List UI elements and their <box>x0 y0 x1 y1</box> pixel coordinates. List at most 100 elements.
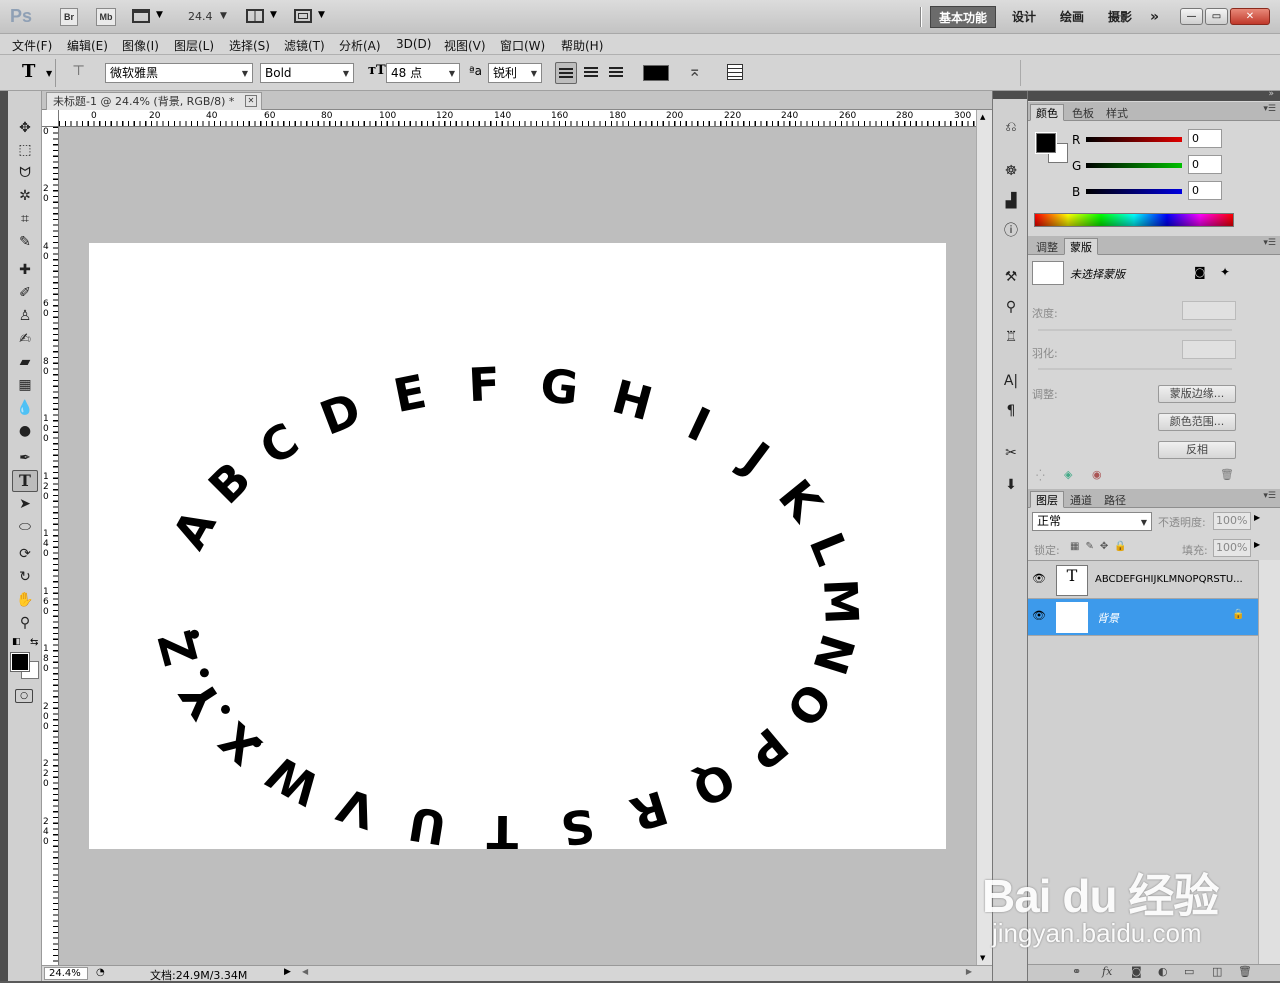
character-panel-icon[interactable] <box>727 64 743 80</box>
minibridge-button[interactable]: Mb <box>96 8 116 26</box>
blend-mode-select[interactable]: 正常 <box>1032 512 1152 531</box>
marquee-tool[interactable]: ⬚ <box>12 139 38 161</box>
workspace-design[interactable]: 设计 <box>1004 6 1044 28</box>
healing-brush-tool[interactable]: ✚ <box>12 259 38 281</box>
actions-panel-icon[interactable]: ✂ <box>1001 443 1021 463</box>
tab-adjustments[interactable]: 调整 <box>1030 238 1064 255</box>
close-button[interactable]: ✕ <box>1230 8 1270 25</box>
canvas-area[interactable]: ABCDEFGHIJKLMNOPQRSTUVWXYZ <box>59 127 976 965</box>
opacity-input[interactable]: 100% <box>1213 512 1251 530</box>
tab-paths[interactable]: 路径 <box>1098 491 1132 508</box>
bridge-button[interactable]: Br <box>60 8 78 26</box>
delete-layer-icon[interactable]: 🗑 <box>1238 965 1252 978</box>
tool-presets-panel-icon[interactable]: ⚲ <box>1001 297 1021 317</box>
lasso-tool[interactable]: ᗢ <box>12 162 38 184</box>
collapse-icon[interactable]: » <box>1268 89 1274 99</box>
ruler-origin[interactable] <box>42 110 59 127</box>
history-brush-tool[interactable]: ✍ <box>12 328 38 350</box>
channel-b-slider[interactable] <box>1086 189 1182 194</box>
panel-menu-icon[interactable]: ▾☰ <box>1263 104 1276 114</box>
horizontal-ruler[interactable]: 0 20 40 60 80 100 120 140 160 180 200 22… <box>59 110 976 127</box>
text-orientation-icon[interactable]: ⊤ <box>72 63 90 81</box>
scroll-right-icon[interactable]: ▶ <box>966 967 972 976</box>
zoom-tool[interactable]: ⚲ <box>12 612 38 634</box>
vertical-ruler[interactable]: 0 2 0 4 0 6 0 8 0 1 0 0 1 2 0 1 4 0 1 6 … <box>42 127 59 965</box>
visibility-eye-icon[interactable]: 👁 <box>1032 572 1046 585</box>
link-layers-icon[interactable]: ⚭ <box>1072 965 1081 978</box>
paragraph-panel-icon[interactable]: ¶ <box>1001 401 1021 421</box>
hand-tool[interactable]: ✋ <box>12 589 38 611</box>
minimize-button[interactable]: — <box>1180 8 1203 25</box>
layer-row-background[interactable]: 👁 背景 🔒 <box>1028 599 1258 636</box>
workspace-painting[interactable]: 绘画 <box>1052 6 1092 28</box>
channel-g-slider[interactable] <box>1086 163 1182 168</box>
menu-layer[interactable]: 图层(L) <box>174 37 214 54</box>
tab-channels[interactable]: 通道 <box>1064 491 1098 508</box>
swap-colors-icon[interactable]: ⇆ <box>30 637 38 648</box>
brush-tool[interactable]: ✐ <box>12 282 38 304</box>
status-menu-arrow-icon[interactable]: ▶ <box>284 967 291 977</box>
color-spectrum-ramp[interactable] <box>1034 213 1234 227</box>
tab-masks[interactable]: 蒙版 <box>1064 238 1098 255</box>
panel-menu-icon[interactable]: ▾☰ <box>1263 491 1276 501</box>
new-group-icon[interactable]: ▭ <box>1184 965 1194 978</box>
tab-layers[interactable]: 图层 <box>1030 491 1064 508</box>
pen-tool[interactable]: ✒ <box>12 447 38 469</box>
align-right-button[interactable] <box>605 62 627 84</box>
menu-file[interactable]: 文件(F) <box>12 37 52 54</box>
type-tool[interactable]: T <box>12 470 38 492</box>
brushes-panel-icon[interactable]: ⚒ <box>1001 267 1021 287</box>
scroll-up-icon[interactable]: ▲ <box>980 113 985 121</box>
lock-options-icons[interactable]: ▦✎✥🔒 <box>1070 541 1133 552</box>
apply-mask-icon[interactable]: ◈ <box>1064 468 1072 481</box>
screen-mode-dropdown[interactable]: ▼ <box>294 9 328 25</box>
align-center-button[interactable] <box>580 62 602 84</box>
magic-wand-tool[interactable]: ✲ <box>12 185 38 207</box>
eyedropper-tool[interactable]: ✎ <box>12 231 38 253</box>
disable-mask-icon[interactable]: ◉ <box>1092 468 1102 481</box>
delete-mask-icon[interactable]: 🗑 <box>1220 468 1234 481</box>
warp-text-icon[interactable]: ⌅ <box>688 61 701 80</box>
eraser-tool[interactable]: ▰ <box>12 351 38 373</box>
add-mask-icon[interactable]: ◙ <box>1131 965 1142 978</box>
move-tool[interactable]: ✥ <box>12 117 38 139</box>
3d-rotate-tool[interactable]: ⟳ <box>12 543 38 565</box>
clone-source-panel-icon[interactable]: ♖ <box>1001 327 1021 347</box>
document-tab[interactable]: 未标题-1 @ 24.4% (背景, RGB/8) * ✕ <box>46 92 262 110</box>
vertical-scrollbar[interactable]: ▲ ▼ <box>976 110 992 965</box>
vector-mask-icon[interactable]: ✦ <box>1220 265 1230 279</box>
tool-preset-picker[interactable]: T ▼ <box>6 59 56 87</box>
menu-3d[interactable]: 3D(D) <box>396 37 431 51</box>
fill-input[interactable]: 100% <box>1213 539 1251 557</box>
shape-tool[interactable]: ⬭ <box>12 516 38 538</box>
adjustment-layer-icon[interactable]: ◐ <box>1158 965 1168 978</box>
tab-styles[interactable]: 样式 <box>1100 104 1134 121</box>
info-panel-icon[interactable]: ⓘ <box>1001 221 1021 241</box>
clone-stamp-tool[interactable]: ♙ <box>12 305 38 327</box>
color-range-button[interactable]: 颜色范围... <box>1158 413 1236 431</box>
path-selection-tool[interactable]: ➤ <box>12 493 38 515</box>
3d-orbit-tool[interactable]: ↻ <box>12 566 38 588</box>
antialias-select[interactable]: 锐利 <box>488 63 542 83</box>
font-size-select[interactable]: 48 点 <box>386 63 460 83</box>
menu-filter[interactable]: 滤镜(T) <box>284 37 325 54</box>
arrange-documents-dropdown[interactable]: ▼ <box>246 9 280 25</box>
menu-select[interactable]: 选择(S) <box>229 37 270 54</box>
panel-menu-icon[interactable]: ▾☰ <box>1263 238 1276 248</box>
layer-style-icon[interactable]: fx <box>1102 965 1112 978</box>
gradient-tool[interactable]: ▦ <box>12 374 38 396</box>
menu-analysis[interactable]: 分析(A) <box>339 37 381 54</box>
more-workspaces-button[interactable]: » <box>1142 6 1167 28</box>
text-color-swatch[interactable] <box>643 65 669 81</box>
visibility-eye-icon[interactable]: 👁 <box>1032 609 1046 622</box>
fill-arrow-icon[interactable]: ▶ <box>1254 540 1260 549</box>
scroll-down-icon[interactable]: ▼ <box>980 954 985 962</box>
blur-tool[interactable]: 💧 <box>12 397 38 419</box>
dodge-tool[interactable]: ● <box>12 420 38 442</box>
default-colors-icon[interactable]: ◧ <box>12 637 21 647</box>
history-panel-icon[interactable]: ⎌ <box>1001 117 1021 137</box>
3d-panel-icon[interactable]: ⬇ <box>1001 475 1021 495</box>
layer-row-text[interactable]: 👁 T ABCDEFGHIJKLMNOPQRSTU... <box>1028 562 1258 599</box>
scroll-left-icon[interactable]: ◀ <box>302 967 308 976</box>
view-extras-dropdown[interactable]: ▼ <box>132 9 166 25</box>
